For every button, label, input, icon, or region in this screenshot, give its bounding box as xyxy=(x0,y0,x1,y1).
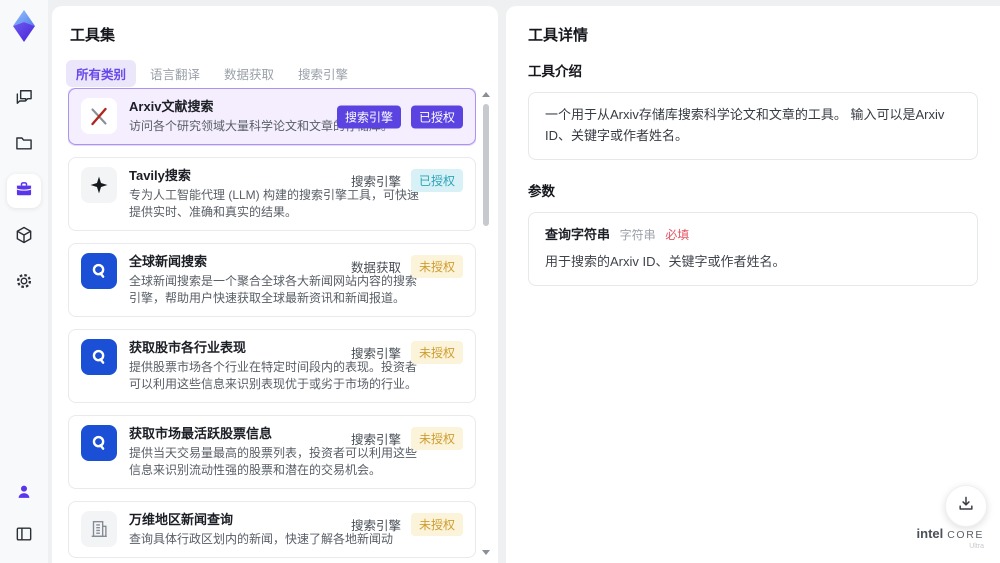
sidebar-item-settings[interactable] xyxy=(7,266,41,300)
stocks-app-icon xyxy=(81,425,117,461)
tab-search-engine[interactable]: 搜索引擎 xyxy=(288,60,358,87)
page-title: 工具集 xyxy=(70,27,116,44)
tool-description: 提供股票市场各个行业在特定时间段内的表现。投资者可以利用这些信息来识别表现优于或… xyxy=(129,360,418,391)
ultra-wordmark: Ultra xyxy=(969,543,984,551)
list-scrollbar[interactable] xyxy=(482,90,490,557)
detail-body: 工具介绍 一个用于从Arxiv存储库搜索科学论文和文章的工具。 输入可以是Arx… xyxy=(528,60,978,287)
status-badge: 已授权 xyxy=(410,169,463,192)
tool-list-panel: 工具集 所有类别 语言翻译 数据获取 搜索引擎 Arxiv文献搜索 访问各个研究… xyxy=(52,6,498,563)
sidebar-bottom xyxy=(7,477,41,563)
tab-translation[interactable]: 语言翻译 xyxy=(140,60,210,87)
user-avatar-icon xyxy=(14,482,34,507)
tab-data-fetch[interactable]: 数据获取 xyxy=(214,60,284,87)
sparkle-icon xyxy=(81,167,117,203)
sidebar-item-toolbox[interactable] xyxy=(7,174,41,208)
tool-meta: 搜索引擎 已授权 xyxy=(351,169,463,192)
tool-description: 专为人工智能代理 (LLM) 构建的搜索引擎工具，可快速提供实时、准确和真实的结… xyxy=(129,188,420,219)
tool-card-tavily[interactable]: Tavily搜索 专为人工智能代理 (LLM) 构建的搜索引擎工具，可快速提供实… xyxy=(68,157,476,231)
params-heading: 参数 xyxy=(528,183,555,199)
tool-card-list: Arxiv文献搜索 访问各个研究领域大量科学论文和文章的存储库。 搜索引擎 已授… xyxy=(68,88,476,563)
intel-wordmark: intel xyxy=(916,525,944,541)
detail-title: 工具详情 xyxy=(528,27,589,44)
tool-card-sector-performance[interactable]: 获取股市各行业表现 提供股票市场各个行业在特定时间段内的表现。投资者可以利用这些… xyxy=(68,329,476,403)
download-button[interactable] xyxy=(945,485,987,527)
param-header: 查询字符串 字符串 必填 xyxy=(545,225,961,246)
intro-box: 一个用于从Arxiv存储库搜索科学论文和文章的工具。 输入可以是Arxiv ID… xyxy=(528,92,978,160)
intel-core-logo: intel CORE Ultra xyxy=(916,525,984,551)
tab-all-categories[interactable]: 所有类别 xyxy=(66,60,137,87)
tool-meta: 搜索引擎 已授权 xyxy=(336,105,463,128)
param-required-flag: 必填 xyxy=(665,227,690,242)
toolbox-icon xyxy=(14,179,34,204)
param-box: 查询字符串 字符串 必填 用于搜索的Arxiv ID、关键字或作者姓名。 xyxy=(528,211,978,287)
tool-card-global-news[interactable]: 全球新闻搜索 全球新闻搜索是一个聚合全球各大新闻网站内容的搜索引擎，帮助用户快速… xyxy=(68,243,476,317)
sidebar-item-packages[interactable] xyxy=(7,220,41,254)
tool-meta: 搜索引擎 未授权 xyxy=(351,427,463,450)
package-icon xyxy=(14,225,34,250)
category-tabs: 所有类别 语言翻译 数据获取 搜索引擎 xyxy=(66,60,358,87)
tool-detail-panel: 工具详情 工具介绍 一个用于从Arxiv存储库搜索科学论文和文章的工具。 输入可… xyxy=(506,6,1000,563)
tool-description: 全球新闻搜索是一个聚合全球各大新闻网站内容的搜索引擎，帮助用户快速获取全球最新资… xyxy=(129,274,418,305)
stocks-app-icon xyxy=(81,339,117,375)
tool-card-regional-news[interactable]: 万维地区新闻查询 查询具体行政区划内的新闻，快速了解各地新闻动 搜索引擎 未授权 xyxy=(68,501,476,558)
status-badge: 未授权 xyxy=(410,513,463,536)
tool-description: 提供当天交易量最高的股票列表，投资者可以利用这些信息来识别流动性强的股票和潜在的… xyxy=(129,446,418,477)
panel-toggle-icon xyxy=(14,524,34,549)
category-label: 搜索引擎 xyxy=(350,175,401,189)
news-app-icon xyxy=(81,253,117,289)
category-badge: 搜索引擎 xyxy=(336,105,401,128)
arxiv-logo-icon xyxy=(81,98,117,134)
param-description: 用于搜索的Arxiv ID、关键字或作者姓名。 xyxy=(545,254,786,270)
tool-meta: 搜索引擎 未授权 xyxy=(351,341,463,364)
scroll-up-arrow-icon[interactable] xyxy=(482,92,490,97)
folder-icon xyxy=(14,133,34,158)
building-icon xyxy=(81,511,117,547)
param-type: 字符串 xyxy=(619,227,656,242)
sidebar-item-chat[interactable] xyxy=(7,82,41,116)
scroll-down-arrow-icon[interactable] xyxy=(482,550,490,555)
status-badge: 未授权 xyxy=(410,341,463,364)
chat-icon xyxy=(14,87,34,112)
status-badge: 未授权 xyxy=(410,255,463,278)
sidebar-item-files[interactable] xyxy=(7,128,41,162)
scrollbar-thumb[interactable] xyxy=(483,104,489,226)
download-icon xyxy=(956,494,976,519)
app-logo-icon xyxy=(8,8,40,44)
category-label: 数据获取 xyxy=(350,261,401,275)
param-name: 查询字符串 xyxy=(545,226,611,242)
app-root: 工具集 所有类别 语言翻译 数据获取 搜索引擎 Arxiv文献搜索 访问各个研究… xyxy=(0,0,1000,563)
category-label: 搜索引擎 xyxy=(350,519,401,533)
status-badge: 未授权 xyxy=(410,427,463,450)
category-label: 搜索引擎 xyxy=(350,347,401,361)
sidebar-item-account[interactable] xyxy=(7,477,41,511)
status-badge: 已授权 xyxy=(410,105,463,128)
sidebar-item-collapse[interactable] xyxy=(7,519,41,553)
gear-icon xyxy=(14,271,34,296)
sidebar-rail xyxy=(0,0,48,563)
sidebar-nav xyxy=(7,82,41,300)
category-label: 搜索引擎 xyxy=(350,433,401,447)
intro-heading: 工具介绍 xyxy=(528,64,582,79)
tool-card-active-stocks[interactable]: 获取市场最活跃股票信息 提供当天交易量最高的股票列表，投资者可以利用这些信息来识… xyxy=(68,415,476,489)
tool-card-arxiv[interactable]: Arxiv文献搜索 访问各个研究领域大量科学论文和文章的存储库。 搜索引擎 已授… xyxy=(68,88,476,145)
core-wordmark: CORE xyxy=(947,528,984,541)
tool-meta: 数据获取 未授权 xyxy=(351,255,463,278)
tool-meta: 搜索引擎 未授权 xyxy=(351,513,463,536)
